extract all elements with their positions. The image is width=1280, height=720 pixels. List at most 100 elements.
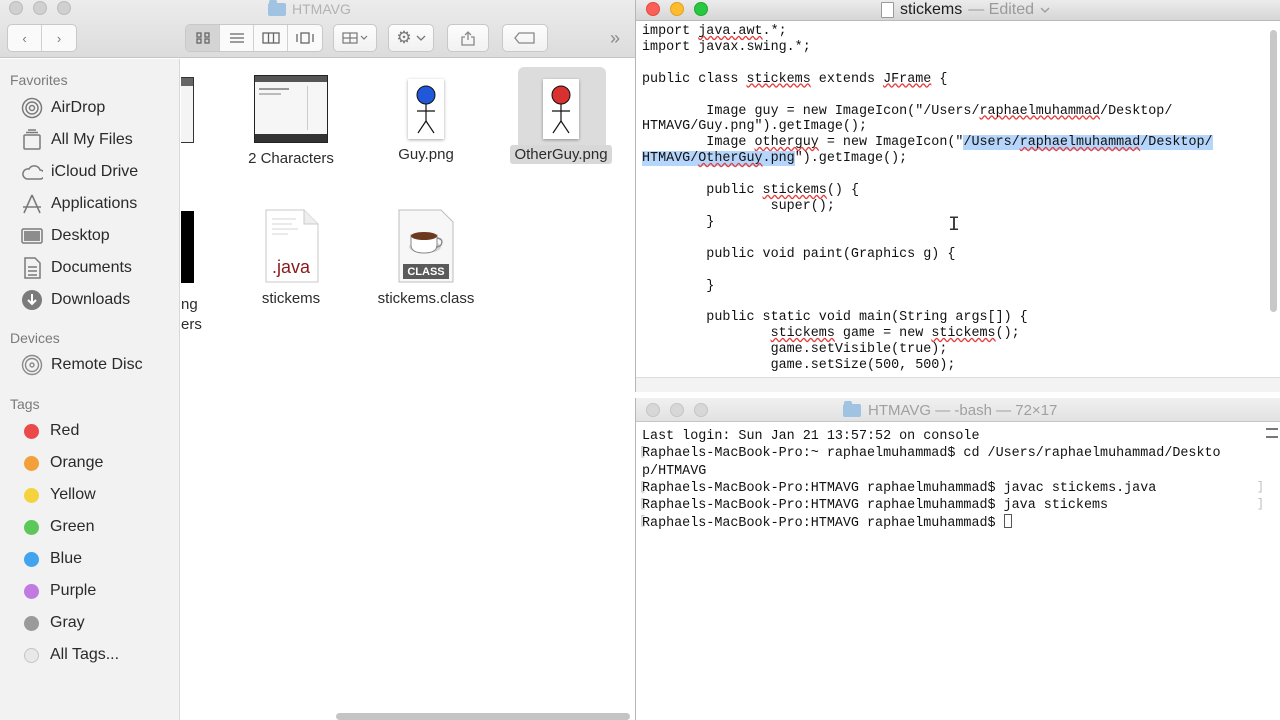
- terminal-line: p/HTMAVG: [642, 463, 707, 479]
- sidebar-tag-red[interactable]: Red: [0, 417, 180, 445]
- partial-file-thumbnail[interactable]: [181, 211, 194, 283]
- code-line: public stickems() {: [642, 183, 859, 199]
- editor-vertical-scrollbar[interactable]: [1270, 30, 1277, 312]
- code-line: }: [642, 278, 715, 294]
- icon-view-button[interactable]: [186, 25, 220, 51]
- terminal-line: Raphaels-MacBook-Pro:~ raphaelmuhammad$ …: [642, 446, 1221, 462]
- file-item[interactable]: CLASS stickems.class: [361, 209, 491, 308]
- cover-flow-button[interactable]: [288, 25, 322, 51]
- file-item[interactable]: Guy.png: [361, 79, 491, 164]
- tag-color-dot: [24, 519, 39, 535]
- desktop-icon: [21, 225, 43, 247]
- terminal-window: HTMAVG — -bash — 72×17 Last login: Sun J…: [635, 398, 1280, 720]
- finder-toolbar: HTMAVG ‹ › ⚙ »: [0, 0, 635, 58]
- zoom-button[interactable]: [694, 403, 708, 417]
- sidebar-tag-green[interactable]: Green: [0, 513, 180, 541]
- document-icon: [881, 2, 894, 18]
- zoom-button[interactable]: [57, 1, 71, 15]
- sidebar-item-label: AirDrop: [51, 99, 106, 116]
- file-item[interactable]: .java stickems: [226, 209, 356, 308]
- sidebar-item-airdrop[interactable]: AirDrop: [0, 94, 180, 122]
- sidebar-item-documents[interactable]: Documents: [0, 254, 180, 282]
- sidebar-item-applications[interactable]: Applications: [0, 190, 180, 218]
- tag-label: Red: [50, 422, 80, 439]
- mark-bracket-icon: [: [639, 480, 647, 494]
- mark-bracket-icon: [: [639, 514, 647, 528]
- cloud-icon: [21, 161, 43, 183]
- forward-button[interactable]: ›: [42, 25, 76, 51]
- sidebar-item-label: iCloud Drive: [51, 163, 139, 180]
- terminal-title-text: HTMAVG — -bash — 72×17: [868, 402, 1058, 419]
- close-button[interactable]: [9, 1, 23, 15]
- sidebar-all-tags[interactable]: All Tags...: [0, 641, 180, 669]
- stick-figure-red-icon: [551, 85, 571, 134]
- code-line: ​: [642, 88, 1266, 104]
- action-button[interactable]: ⚙: [388, 24, 434, 52]
- zoom-button[interactable]: [694, 2, 708, 16]
- partial-file-thumbnail[interactable]: [181, 77, 194, 143]
- code-line: stickems game = new stickems();: [770, 326, 1020, 342]
- editor-title[interactable]: stickems — Edited: [881, 1, 1050, 19]
- terminal-cursor: [1003, 514, 1012, 529]
- sidebar-item-remote-disc[interactable]: Remote Disc: [0, 351, 180, 379]
- code-text-area[interactable]: import java.awt.*;import javax.swing.*;​…: [642, 24, 1266, 374]
- downloads-icon: [21, 289, 43, 311]
- close-button[interactable]: [646, 2, 660, 16]
- sidebar-item-label: Remote Disc: [51, 356, 143, 373]
- terminal-line: Raphaels-MacBook-Pro:HTMAVG raphaelmuham…: [642, 514, 1272, 532]
- back-button[interactable]: ‹: [8, 25, 42, 51]
- sidebar-tag-orange[interactable]: Orange: [0, 449, 180, 477]
- file-name: 2 Characters: [248, 150, 334, 167]
- gear-icon: ⚙: [396, 28, 412, 47]
- chevron-down-icon: [1040, 7, 1050, 13]
- sidebar-tag-yellow[interactable]: Yellow: [0, 481, 180, 509]
- tag-icon: [514, 32, 535, 44]
- sidebar-item-all-my-files[interactable]: All My Files: [0, 126, 180, 154]
- minimize-button[interactable]: [670, 403, 684, 417]
- tag-label: Purple: [50, 582, 97, 599]
- file-name: stickems.class: [377, 290, 475, 307]
- sidebar-item-desktop[interactable]: Desktop: [0, 222, 180, 250]
- icon-grid-icon: [195, 32, 210, 44]
- terminal-output[interactable]: Last login: Sun Jan 21 13:57:52 on conso…: [642, 428, 1272, 533]
- sidebar-tag-blue[interactable]: Blue: [0, 545, 180, 573]
- text-editor-window: stickems — Edited import java.awt.*; impo…: [635, 0, 1280, 392]
- minimize-button[interactable]: [670, 2, 684, 16]
- file-thumbnail: [254, 75, 328, 143]
- sidebar-tag-gray[interactable]: Gray: [0, 609, 180, 637]
- folder-icon: [843, 401, 861, 417]
- file-thumbnail: [408, 79, 444, 139]
- sidebar-item-label: Documents: [51, 259, 132, 276]
- share-button[interactable]: [447, 24, 489, 52]
- arrange-icon: [342, 32, 368, 44]
- code-line: ​: [642, 167, 1266, 183]
- edit-tags-button[interactable]: [502, 24, 548, 52]
- sidebar-item-downloads[interactable]: Downloads: [0, 286, 180, 314]
- editor-title-bar: stickems — Edited: [636, 0, 1280, 21]
- file-item[interactable]: 2 Characters: [226, 75, 356, 168]
- column-view-button[interactable]: [254, 25, 288, 51]
- mark-bracket-icon: [: [639, 497, 647, 511]
- code-line: HTMAVG/OtherGuy.png").getImage();: [642, 151, 908, 167]
- terminal-title: HTMAVG — -bash — 72×17: [843, 401, 1058, 419]
- horizontal-scrollbar[interactable]: [336, 713, 630, 720]
- class-badge: CLASS: [407, 266, 445, 278]
- terminal-line: Last login: Sun Jan 21 13:57:52 on conso…: [642, 429, 980, 444]
- mark-bracket-icon: ]: [1256, 480, 1264, 494]
- file-name: OtherGuy.png: [510, 145, 612, 164]
- chevron-left-icon: ‹: [22, 30, 27, 46]
- cover-flow-icon: [296, 32, 314, 44]
- terminal-line: Raphaels-MacBook-Pro:HTMAVG raphaelmuham…: [642, 480, 1157, 496]
- list-view-button[interactable]: [220, 25, 254, 51]
- tag-label: Orange: [50, 454, 104, 471]
- sidebar-item-icloud-drive[interactable]: iCloud Drive: [0, 158, 180, 186]
- sidebar-item-label: Downloads: [51, 291, 131, 308]
- minimize-button[interactable]: [33, 1, 47, 15]
- arrange-button[interactable]: [333, 24, 377, 52]
- close-button[interactable]: [646, 403, 660, 417]
- sidebar-tag-purple[interactable]: Purple: [0, 577, 180, 605]
- code-line: public void paint(Graphics g) {: [642, 246, 956, 262]
- file-item[interactable]: OtherGuy.png: [496, 79, 626, 164]
- toolbar-overflow-icon[interactable]: »: [610, 28, 620, 49]
- all-files-icon: [21, 129, 43, 151]
